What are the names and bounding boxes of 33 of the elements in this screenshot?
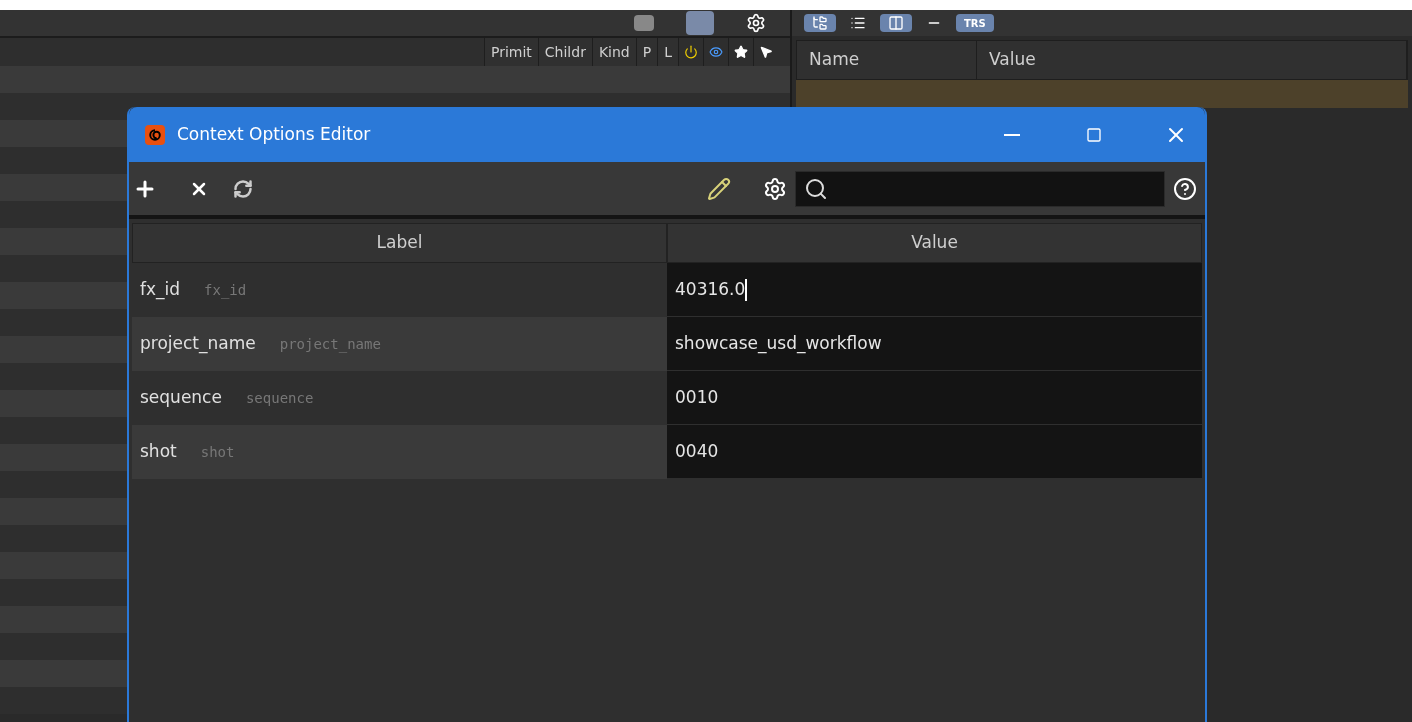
option-label: sequence [140, 386, 222, 410]
option-name: project_name [279, 334, 381, 355]
value-field[interactable]: showcase_usd_workflow [667, 317, 1202, 371]
eye-icon [709, 45, 723, 59]
option-name: shot [200, 442, 235, 462]
option-label: shot [140, 440, 177, 464]
value-field[interactable]: 0040 [667, 425, 1202, 479]
settings-icon[interactable] [746, 13, 766, 33]
settings-icon[interactable] [763, 176, 787, 201]
search-icon [804, 176, 828, 201]
refresh-icon[interactable] [233, 178, 253, 199]
column-header[interactable]: Value [977, 41, 1407, 79]
option-name: fx_id [204, 280, 247, 301]
toolbar-icon[interactable] [804, 14, 836, 32]
pointer-icon [759, 45, 773, 59]
option-label: project_name [140, 332, 256, 356]
pencil-icon[interactable] [707, 176, 731, 201]
minimize-icon [1004, 133, 1020, 136]
toolbar-button[interactable]: TRS [956, 14, 994, 32]
column-header[interactable]: Value [667, 223, 1202, 263]
column-header[interactable]: Name [797, 41, 977, 79]
option-label: fx_id [140, 278, 181, 302]
option-name: sequence [245, 388, 314, 408]
star-icon [734, 45, 748, 59]
help-icon[interactable] [1173, 176, 1197, 201]
value-field[interactable]: 0010 [667, 371, 1202, 425]
power-icon [684, 45, 698, 59]
search-field[interactable] [795, 170, 1165, 207]
app-logo-icon [145, 124, 165, 145]
value-field[interactable]: 40316.0 [667, 263, 1202, 317]
window-title: Context Options Editor [177, 122, 371, 146]
column-header[interactable]: Label [132, 223, 667, 263]
maximize-icon [1086, 126, 1102, 143]
